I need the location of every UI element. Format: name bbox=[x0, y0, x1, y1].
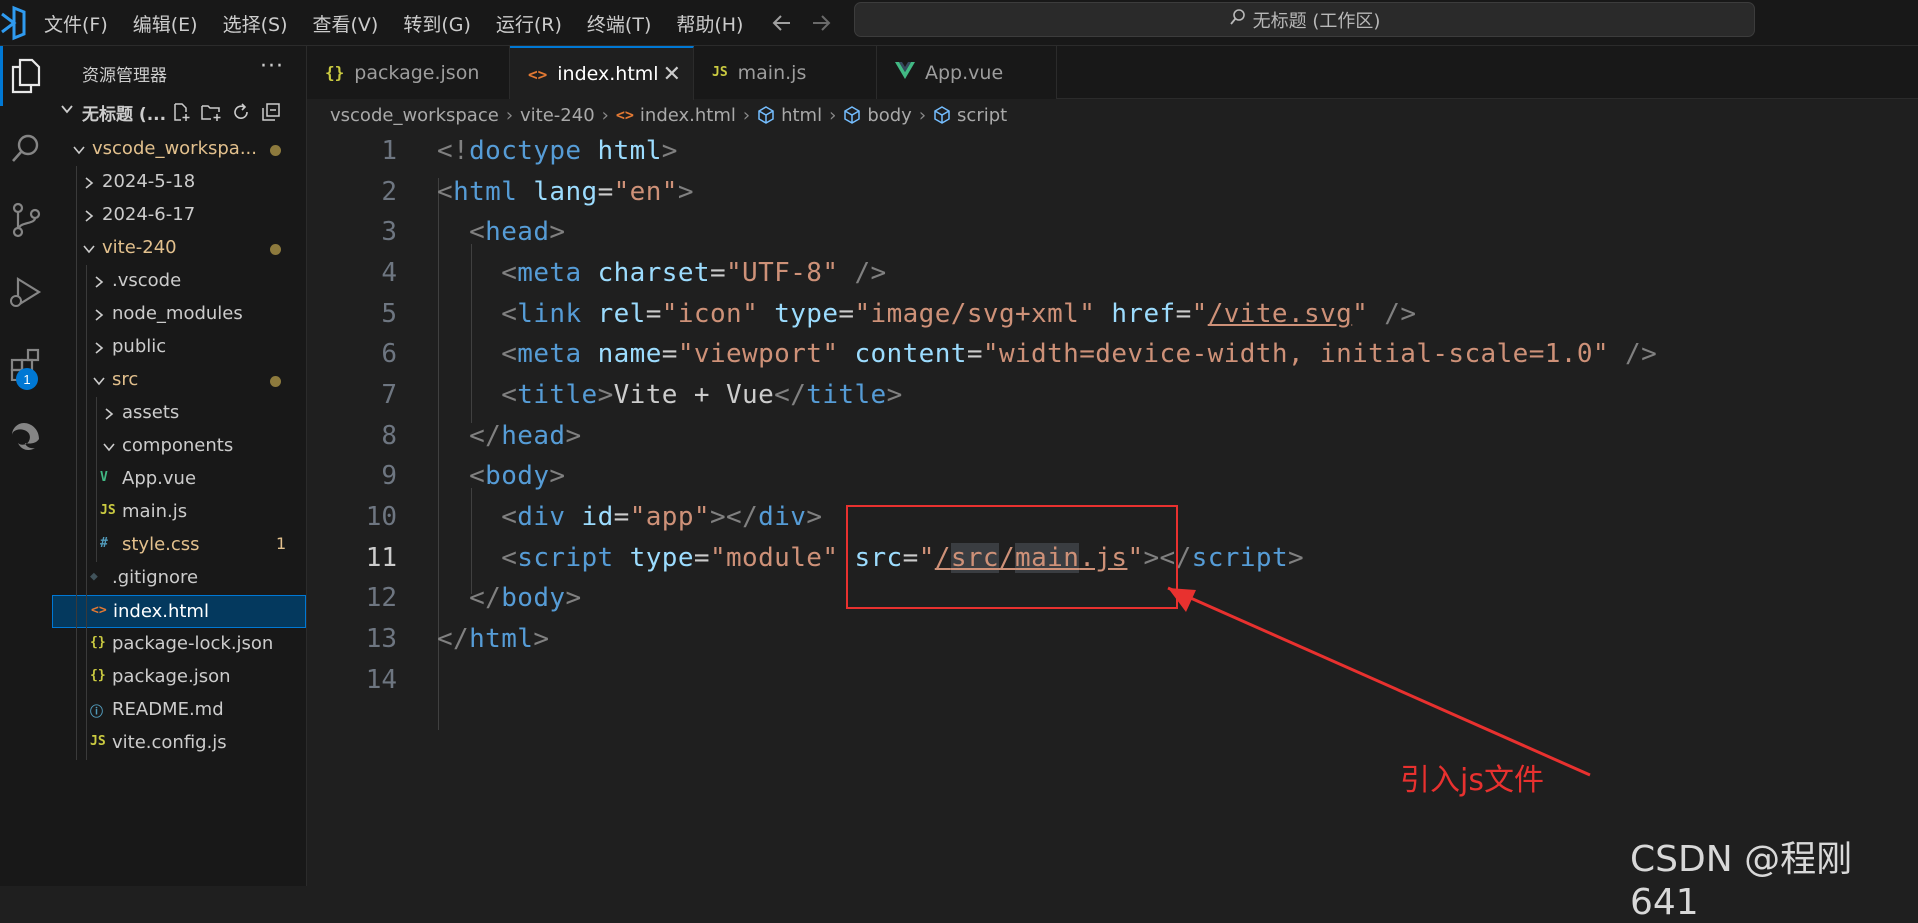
annotation-label: 引入js文件 bbox=[1400, 763, 1544, 798]
annotation-arrow bbox=[1167, 586, 1591, 777]
watermark: CSDN @程刚641 bbox=[1630, 839, 1853, 923]
